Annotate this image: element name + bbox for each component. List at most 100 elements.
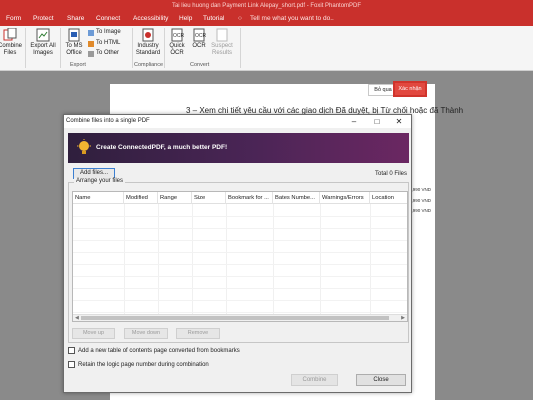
xac-nhan-button: Xác nhận (393, 81, 427, 97)
toc-checkbox[interactable] (68, 347, 75, 354)
menu-tutorial[interactable]: Tutorial (203, 15, 224, 22)
arrange-files-group: Arrange your files Name Modified Range S… (68, 178, 409, 343)
combine-files-dialog: Combine files into a single PDF – □ ✕ Cr… (63, 114, 412, 393)
ocr-icon: OCR (193, 28, 206, 42)
scroll-left-icon[interactable]: ◀ (75, 315, 79, 321)
to-other-button[interactable]: To Other (88, 50, 119, 57)
minimize-icon[interactable]: – (343, 115, 365, 128)
grid-line (73, 240, 407, 241)
export-all-images-label: Export All Images (30, 43, 56, 56)
to-html-button[interactable]: To HTML (88, 40, 120, 47)
menu-bar: Form Protect Share Connect Accessibility… (0, 12, 533, 26)
move-down-button[interactable]: Move down (124, 328, 168, 339)
logic-page-checkbox[interactable] (68, 361, 75, 368)
grid-line (73, 276, 407, 277)
logic-page-option[interactable]: Retain the logic page number during comb… (68, 361, 209, 368)
export-images-icon (36, 28, 50, 42)
scroll-right-icon[interactable]: ▶ (401, 315, 405, 321)
column-header-bates-number[interactable]: Bates Numbe... (273, 192, 320, 204)
table-header: Name Modified Range Size Bookmark for ..… (73, 192, 407, 204)
tell-me-search[interactable]: Tell me what you want to do.. (250, 15, 334, 22)
menu-share[interactable]: Share (67, 15, 84, 22)
ribbon-separator (60, 28, 61, 68)
remove-button[interactable]: Remove (176, 328, 220, 339)
menu-help[interactable]: Help (179, 15, 192, 22)
ocr-label: OCR (192, 43, 206, 49)
to-image-button[interactable]: To Image (88, 29, 121, 36)
ribbon-separator (164, 28, 165, 68)
column-header-warnings[interactable]: Warnings/Errors (320, 192, 370, 204)
grid-line (73, 228, 407, 229)
column-header-modified[interactable]: Modified (124, 192, 158, 204)
scrollbar-thumb[interactable] (81, 316, 389, 320)
group-label-compliance: Compliance (134, 62, 164, 68)
column-header-range[interactable]: Range (158, 192, 192, 204)
industry-standard-icon (142, 28, 154, 42)
column-header-location[interactable]: Location (370, 192, 407, 204)
lightbulb-icon (77, 139, 91, 154)
other-format-icon (88, 50, 94, 57)
dialog-title: Combine files into a single PDF (66, 118, 150, 124)
menu-connect[interactable]: Connect (96, 15, 120, 22)
total-files-count: Total 0 Files (374, 171, 407, 177)
industry-standard-button[interactable]: Industry Standard (134, 28, 162, 57)
combine-files-icon (3, 28, 17, 41)
suspect-results-button[interactable]: Suspect Results (208, 28, 236, 57)
ocr-button[interactable]: OCR OCR (189, 28, 209, 50)
html-icon (88, 40, 94, 47)
column-header-size[interactable]: Size (192, 192, 226, 204)
to-ms-office-label: To MS Office (65, 43, 83, 56)
grid-line (73, 312, 407, 313)
menu-accessibility[interactable]: Accessibility (133, 15, 168, 22)
column-header-bookmark[interactable]: Bookmark for ... (226, 192, 273, 204)
svg-text:OCR: OCR (195, 33, 206, 39)
close-icon[interactable]: ✕ (388, 115, 410, 128)
dialog-title-bar: Combine files into a single PDF – □ ✕ (64, 115, 411, 128)
quick-ocr-button[interactable]: OCR Quick OCR (166, 28, 188, 57)
ms-office-icon (68, 28, 80, 42)
grid-line (73, 288, 407, 289)
export-all-images-button[interactable]: Export All Images (28, 28, 58, 57)
ribbon-separator (132, 28, 133, 68)
menu-protect[interactable]: Protect (33, 15, 54, 22)
to-html-label: To HTML (96, 40, 121, 46)
toc-option[interactable]: Add a new table of contents page convert… (68, 347, 240, 354)
lightbulb-icon: ○ (238, 15, 242, 22)
to-other-label: To Other (96, 50, 120, 56)
maximize-icon[interactable]: □ (366, 115, 388, 128)
arrange-files-label: Arrange your files (74, 178, 126, 184)
quick-ocr-label: Quick OCR (169, 43, 185, 56)
svg-text:OCR: OCR (173, 33, 184, 39)
to-image-label: To Image (96, 29, 121, 35)
ribbon-separator (25, 28, 26, 68)
close-button[interactable]: Close (356, 374, 406, 386)
horizontal-scrollbar[interactable]: ◀ ▶ (73, 314, 407, 321)
move-up-button[interactable]: Move up (72, 328, 115, 339)
group-label-convert: Convert (190, 62, 210, 68)
banner-text: Create ConnectedPDF, a much better PDF! (96, 144, 228, 151)
suspect-results-label: Suspect Results (211, 43, 233, 56)
menu-form[interactable]: Form (6, 15, 21, 22)
logic-page-option-label: Retain the logic page number during comb… (78, 361, 209, 368)
combine-files-label: Combine Files (0, 43, 23, 56)
ribbon-separator (240, 28, 241, 68)
window-title: Tai lieu huong dan Payment Link Alepay_s… (171, 3, 362, 9)
group-label-export: Export (70, 62, 86, 68)
image-icon (88, 29, 94, 36)
industry-standard-label: Industry Standard (135, 43, 161, 56)
suspect-results-icon (216, 28, 228, 42)
column-header-name[interactable]: Name (73, 192, 124, 204)
quick-ocr-icon: OCR (171, 28, 184, 42)
toc-option-label: Add a new table of contents page convert… (78, 347, 240, 354)
ribbon-toolbar: Combine Files Export All Images To MS Of… (0, 26, 533, 71)
window-title-bar: Tai lieu huong dan Payment Link Alepay_s… (0, 0, 533, 12)
grid-line (73, 252, 407, 253)
combine-files-button[interactable]: Combine Files (0, 28, 22, 57)
grid-line (73, 300, 407, 301)
grid-line (73, 264, 407, 265)
connected-pdf-banner[interactable]: Create ConnectedPDF, a much better PDF! (68, 133, 409, 163)
grid-line (73, 216, 407, 217)
files-table[interactable]: Name Modified Range Size Bookmark for ..… (72, 191, 408, 322)
to-ms-office-button[interactable]: To MS Office (62, 28, 86, 57)
combine-button[interactable]: Combine (291, 374, 338, 386)
